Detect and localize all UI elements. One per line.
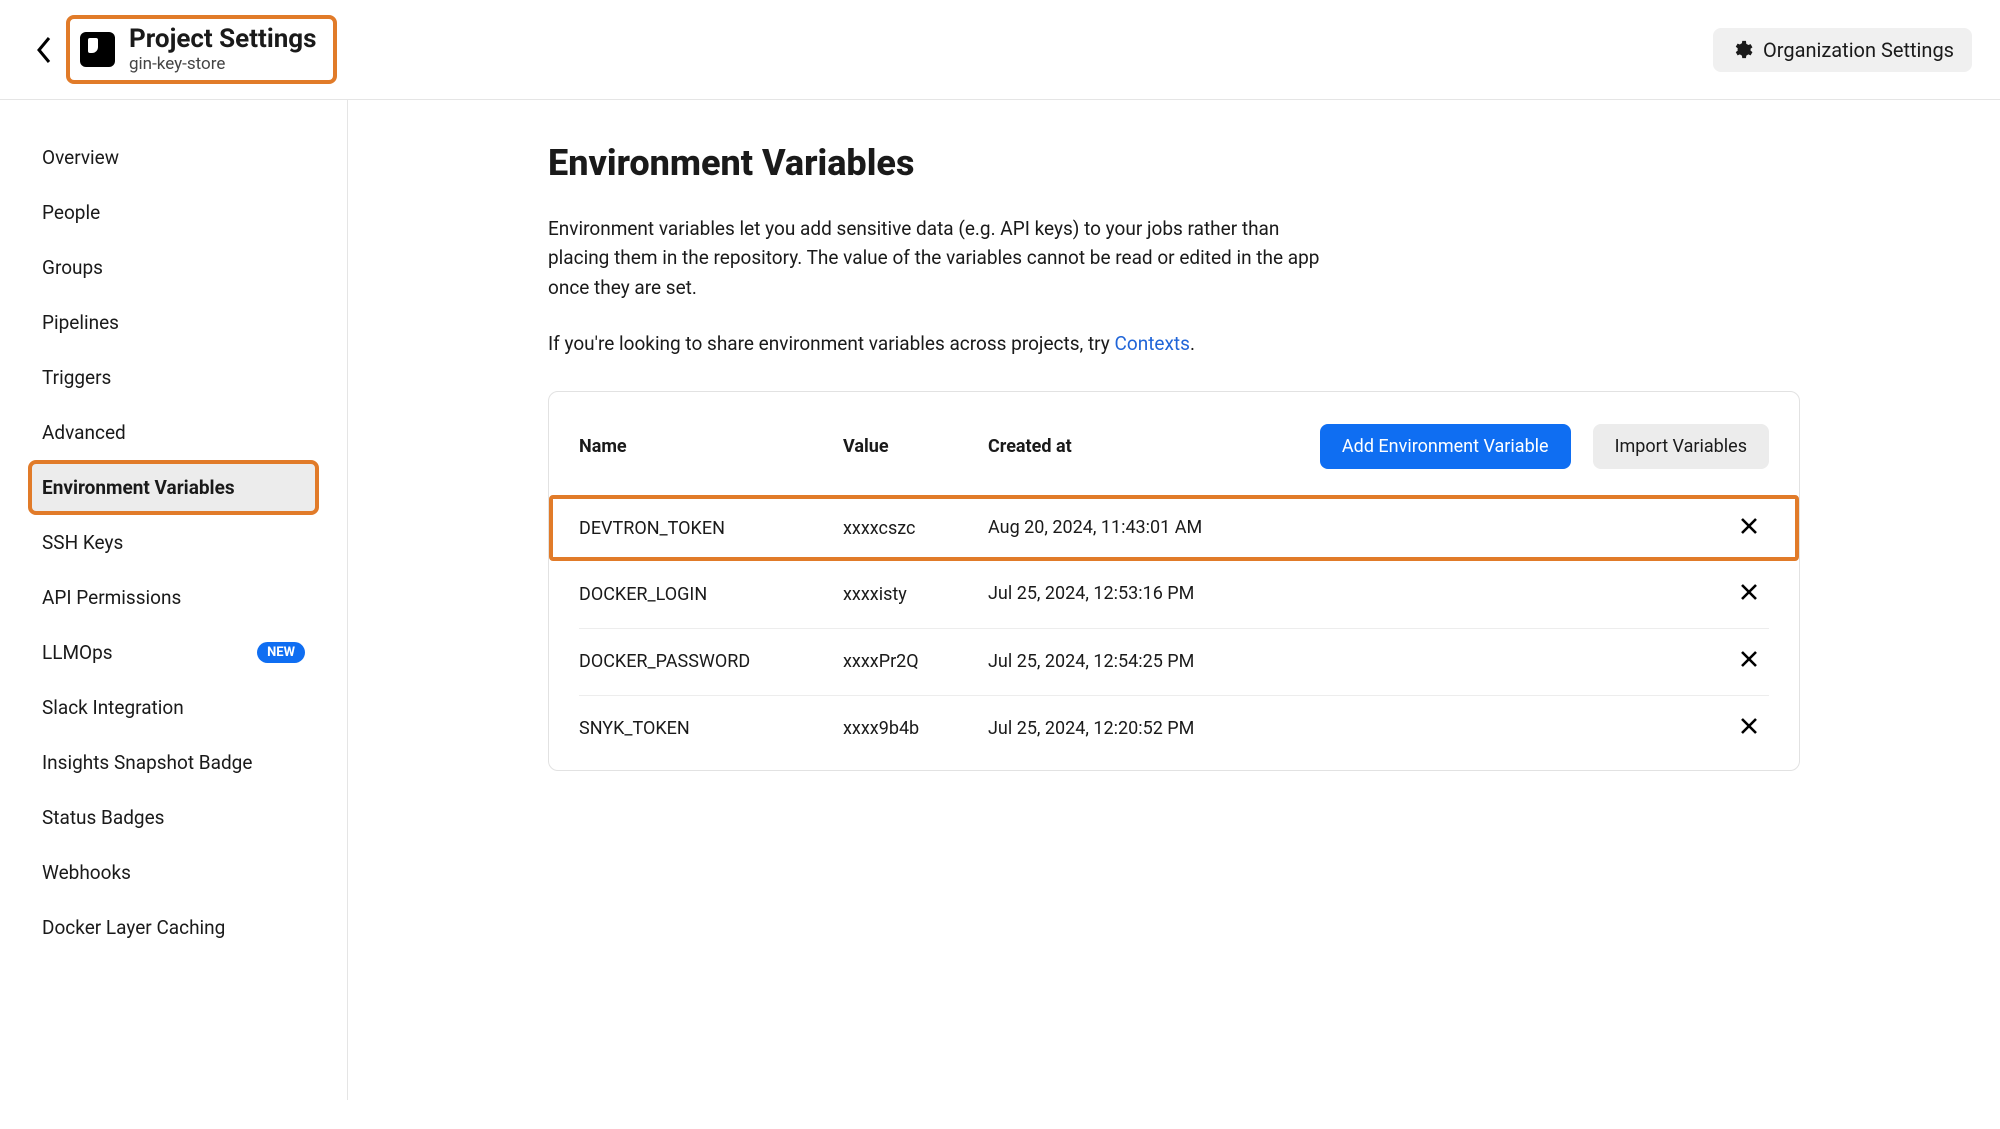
sidebar-item-ssh-keys[interactable]: SSH Keys [28, 515, 319, 570]
sidebar: Overview People Groups Pipelines Triggers Adv… [0, 100, 348, 1100]
import-variables-button[interactable]: Import Variables [1593, 424, 1769, 469]
delete-button[interactable] [1729, 649, 1769, 674]
main-content: Environment Variables Environment variab… [348, 100, 2000, 1100]
close-icon [1739, 716, 1759, 736]
sidebar-item-api-permissions[interactable]: API Permissions [28, 570, 319, 625]
delete-button[interactable] [1729, 516, 1769, 541]
hint-prefix: If you're looking to share environment v… [548, 332, 1115, 355]
gear-icon [1731, 39, 1753, 61]
table-row: DEVTRON_TOKENxxxxcszcAug 20, 2024, 11:43… [549, 495, 1799, 561]
table-row: DOCKER_PASSWORDxxxxPr2QJul 25, 2024, 12:… [579, 628, 1769, 695]
organization-settings-button[interactable]: Organization Settings [1713, 28, 1972, 72]
sidebar-item-insights-snapshot-badge[interactable]: Insights Snapshot Badge [28, 735, 319, 790]
sidebar-item-label: Docker Layer Caching [42, 916, 225, 939]
sidebar-item-llmops[interactable]: LLMOps NEW [28, 625, 319, 680]
env-var-created: Jul 25, 2024, 12:53:16 PM [988, 581, 1729, 607]
project-icon [80, 32, 115, 67]
contexts-link[interactable]: Contexts [1115, 332, 1190, 355]
env-var-value: xxxx9b4b [843, 718, 988, 739]
sidebar-item-label: Webhooks [42, 861, 131, 884]
env-var-name: DOCKER_PASSWORD [579, 651, 843, 672]
sidebar-item-environment-variables[interactable]: Environment Variables [28, 460, 319, 515]
table-row: SNYK_TOKENxxxx9b4bJul 25, 2024, 12:20:52… [579, 695, 1769, 762]
sidebar-item-groups[interactable]: Groups [28, 240, 319, 295]
sidebar-item-label: Advanced [42, 421, 126, 444]
close-icon [1739, 649, 1759, 669]
col-header-value: Value [843, 436, 988, 457]
env-var-created: Jul 25, 2024, 12:54:25 PM [988, 649, 1729, 675]
hint-suffix: . [1190, 332, 1195, 355]
layout: Overview People Groups Pipelines Triggers Adv… [0, 100, 2000, 1100]
main-description: Environment variables let you add sensit… [548, 214, 1328, 302]
sidebar-item-webhooks[interactable]: Webhooks [28, 845, 319, 900]
col-header-name: Name [579, 436, 843, 457]
sidebar-item-label: SSH Keys [42, 531, 123, 554]
sidebar-item-label: Pipelines [42, 311, 119, 334]
project-name: gin-key-store [129, 55, 317, 75]
contexts-hint: If you're looking to share environment v… [548, 332, 1800, 355]
add-env-var-button[interactable]: Add Environment Variable [1320, 424, 1571, 469]
back-button[interactable] [28, 34, 60, 66]
sidebar-item-label: People [42, 201, 100, 224]
sidebar-item-label: Environment Variables [42, 476, 235, 499]
table-body: DEVTRON_TOKENxxxxcszcAug 20, 2024, 11:43… [549, 495, 1799, 761]
delete-button[interactable] [1729, 582, 1769, 607]
sidebar-item-people[interactable]: People [28, 185, 319, 240]
table-row: DOCKER_LOGINxxxxistyJul 25, 2024, 12:53:… [579, 561, 1769, 627]
sidebar-item-slack-integration[interactable]: Slack Integration [28, 680, 319, 735]
env-var-name: DOCKER_LOGIN [579, 584, 843, 605]
sidebar-item-label: Groups [42, 256, 103, 279]
sidebar-item-label: LLMOps [42, 641, 113, 664]
env-var-created: Aug 20, 2024, 11:43:01 AM [988, 515, 1729, 541]
page-title: Project Settings [129, 25, 317, 55]
main-heading: Environment Variables [548, 142, 1800, 184]
chevron-left-icon [35, 35, 53, 65]
title-block: Project Settings gin-key-store [66, 15, 337, 84]
sidebar-item-label: Overview [42, 146, 119, 169]
close-icon [1739, 516, 1759, 536]
env-var-value: xxxxPr2Q [843, 651, 988, 672]
organization-settings-label: Organization Settings [1763, 38, 1954, 62]
sidebar-item-pipelines[interactable]: Pipelines [28, 295, 319, 350]
title-text: Project Settings gin-key-store [129, 25, 317, 74]
header-actions: Add Environment Variable Import Variable… [1320, 424, 1769, 469]
sidebar-item-overview[interactable]: Overview [28, 130, 319, 185]
env-var-name: DEVTRON_TOKEN [579, 518, 843, 539]
table-header: Name Value Created at Add Environment Va… [549, 424, 1799, 495]
close-icon [1739, 582, 1759, 602]
sidebar-item-status-badges[interactable]: Status Badges [28, 790, 319, 845]
env-var-created: Jul 25, 2024, 12:20:52 PM [988, 716, 1729, 742]
env-var-card: Name Value Created at Add Environment Va… [548, 391, 1800, 770]
env-var-value: xxxxcszc [843, 518, 988, 539]
sidebar-item-triggers[interactable]: Triggers [28, 350, 319, 405]
col-header-created: Created at [988, 436, 1320, 457]
app-header: Project Settings gin-key-store Organizat… [0, 0, 2000, 100]
env-var-value: xxxxisty [843, 584, 988, 605]
new-badge: NEW [257, 642, 305, 663]
sidebar-item-label: Status Badges [42, 806, 164, 829]
sidebar-item-label: Triggers [42, 366, 111, 389]
delete-button[interactable] [1729, 716, 1769, 741]
sidebar-item-label: Slack Integration [42, 696, 184, 719]
sidebar-item-advanced[interactable]: Advanced [28, 405, 319, 460]
env-var-name: SNYK_TOKEN [579, 718, 843, 739]
sidebar-item-label: API Permissions [42, 586, 181, 609]
sidebar-item-docker-layer-caching[interactable]: Docker Layer Caching [28, 900, 319, 955]
sidebar-item-label: Insights Snapshot Badge [42, 751, 252, 774]
